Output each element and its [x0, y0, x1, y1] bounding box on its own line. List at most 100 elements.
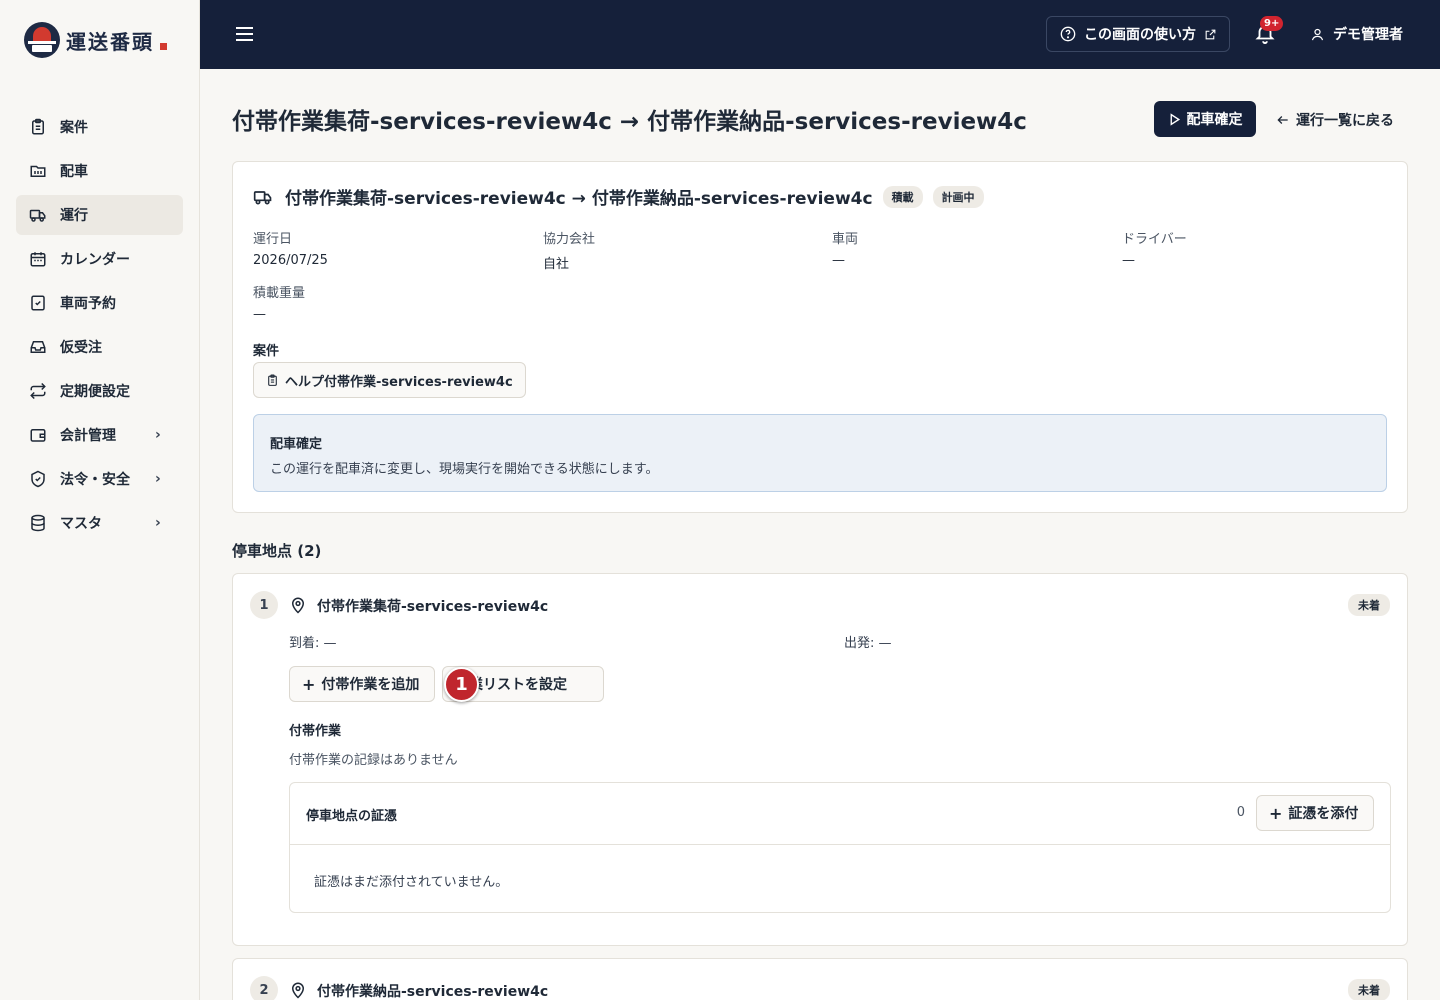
stop-number: 2	[250, 976, 278, 1000]
map-pin-icon	[291, 597, 305, 614]
sidebar-item-label: 運行	[60, 208, 88, 224]
external-link-icon	[1205, 29, 1216, 39]
evidence-title: 停車地点の証憑	[306, 809, 398, 824]
sidebar-item-accounting[interactable]: 会計管理 ›	[16, 415, 183, 455]
chevron-right-icon: ›	[155, 427, 161, 443]
attach-evidence-label: 証憑を添付	[1288, 806, 1359, 822]
user-name: デモ管理者	[1333, 27, 1403, 43]
sidebar-item-calendar[interactable]: カレンダー	[16, 239, 183, 279]
stop-name: 付帯作業納品-services-review4c	[317, 984, 549, 1000]
arrow-left-icon	[1277, 116, 1288, 124]
page-title: 付帯作業集荷-services-review4c → 付帯作業納品-servic…	[232, 109, 1027, 135]
field-vehicle: 車両 —	[832, 228, 858, 268]
field-load-weight: 積載重量 —	[253, 282, 305, 322]
arrival-time: 到着: —	[289, 636, 337, 651]
stop-evidence-panel: 停車地点の証憑 0 + 証憑を添付 証憑はまだ添付されていません。	[289, 782, 1391, 913]
chevron-right-icon: ›	[155, 471, 161, 487]
clipboard-icon	[268, 374, 277, 386]
trip-summary-card: 付帯作業集荷-services-review4c → 付帯作業納品-servic…	[232, 161, 1408, 513]
field-trip-date: 運行日 2026/07/25	[253, 228, 328, 268]
sidebar-item-provisional-orders[interactable]: 仮受注	[16, 327, 183, 367]
field-label: 協力会社	[543, 232, 596, 247]
field-label: 積載重量	[253, 286, 306, 301]
info-description: この運行を配車済に変更し、現場実行を開始できる状態にします。	[270, 462, 659, 477]
departure-time: 出発: —	[844, 636, 892, 651]
wallet-icon	[28, 425, 48, 445]
sidebar-item-compliance[interactable]: 法令・安全 ›	[16, 459, 183, 499]
field-value: 自社	[543, 257, 570, 272]
sidebar-nav: 案件 配車 運行 カレンダー 車両予約 仮受注 定期便設定 会計管理 › 法令・…	[16, 107, 183, 547]
logo-text: 運送番頭	[66, 29, 154, 54]
sidebar: 運送番頭 案件 配車 運行 カレンダー 車両予約 仮受注 定期便設定 会計管理 …	[0, 0, 200, 1000]
sidebar-item-master[interactable]: マスタ ›	[16, 503, 183, 543]
notification-badge: 9+	[1260, 16, 1284, 31]
help-circle-icon	[1060, 26, 1076, 42]
map-pin-icon	[291, 982, 305, 999]
dispatch-confirm-label: 配車確定	[1186, 112, 1243, 128]
calendar-folder-icon	[28, 161, 48, 181]
chevron-right-icon: ›	[155, 515, 161, 531]
help-button[interactable]: この画面の使い方	[1046, 16, 1230, 52]
field-value: —	[253, 307, 266, 322]
status-badge: 計画中	[932, 185, 984, 208]
calendar-check-icon	[28, 293, 48, 313]
sidebar-item-label: 定期便設定	[60, 384, 130, 400]
case-link[interactable]: ヘルプ付帯作業-services-review4c	[253, 362, 526, 398]
status-badge: 未着	[1348, 979, 1390, 1000]
stop-card: 2 付帯作業納品-services-review4c 未着	[232, 958, 1408, 1000]
stop-number: 1	[250, 591, 278, 619]
sidebar-item-label: 法令・安全	[60, 472, 130, 488]
top-bar: この画面の使い方 9+ デモ管理者	[200, 0, 1440, 69]
sidebar-item-cases[interactable]: 案件	[16, 107, 183, 147]
user-menu[interactable]: デモ管理者	[1310, 24, 1403, 44]
evidence-count: 0	[1236, 805, 1245, 820]
stop-card: 1 付帯作業集荷-services-review4c 未着 到着: — 出発: …	[232, 573, 1408, 946]
logo-seal-icon	[160, 42, 167, 50]
ancillary-work-label: 付帯作業	[289, 724, 342, 739]
stop-name: 付帯作業集荷-services-review4c	[317, 599, 549, 615]
field-partner: 協力会社 自社	[543, 228, 595, 272]
sidebar-item-label: カレンダー	[60, 252, 130, 268]
attach-evidence-button[interactable]: + 証憑を添付	[1256, 795, 1374, 831]
clipboard-icon	[28, 117, 48, 137]
ancillary-work-empty: 付帯作業の記録はありません	[289, 753, 458, 768]
sidebar-item-dispatch[interactable]: 配車	[16, 151, 183, 191]
stops-heading: 停車地点 (2)	[232, 542, 322, 560]
play-icon	[1170, 112, 1180, 126]
annotation-marker: 1	[444, 667, 479, 702]
sidebar-item-label: マスタ	[60, 516, 102, 532]
sidebar-item-trips[interactable]: 運行	[16, 195, 183, 235]
field-label: 車両	[832, 232, 859, 247]
sidebar-item-label: 案件	[60, 120, 88, 136]
case-link-label: ヘルプ付帯作業-services-review4c	[285, 374, 513, 390]
dispatch-confirm-info: 配車確定 この運行を配車済に変更し、現場実行を開始できる状態にします。	[253, 414, 1387, 492]
back-to-trips-link[interactable]: 運行一覧に戻る	[1276, 110, 1394, 130]
sidebar-item-recurring[interactable]: 定期便設定	[16, 371, 183, 411]
repeat-icon	[28, 381, 48, 401]
field-value: —	[832, 253, 845, 268]
evidence-empty: 証憑はまだ添付されていません。	[314, 875, 509, 890]
app-logo[interactable]: 運送番頭	[24, 22, 167, 58]
logo-mark-icon	[24, 22, 60, 58]
dispatch-confirm-button[interactable]: 配車確定	[1154, 101, 1256, 137]
status-badge: 未着	[1348, 594, 1390, 616]
menu-toggle-icon[interactable]	[236, 24, 256, 44]
truck-icon	[28, 205, 48, 225]
truck-icon	[253, 190, 272, 204]
sidebar-item-vehicle-booking[interactable]: 車両予約	[16, 283, 183, 323]
help-label: この画面の使い方	[1084, 27, 1196, 43]
database-icon	[28, 513, 48, 533]
case-label: 案件	[253, 344, 280, 359]
info-title: 配車確定	[270, 437, 323, 452]
field-driver: ドライバー —	[1122, 228, 1187, 268]
trip-title: 付帯作業集荷-services-review4c → 付帯作業納品-servic…	[285, 189, 873, 209]
field-label: ドライバー	[1122, 232, 1187, 247]
add-ancillary-work-button[interactable]: + 付帯作業を追加	[289, 666, 435, 702]
sidebar-item-label: 会計管理	[60, 428, 116, 444]
sidebar-item-label: 仮受注	[60, 340, 102, 356]
inbox-icon	[28, 337, 48, 357]
field-value: 2026/07/25	[253, 253, 328, 268]
user-icon	[1311, 28, 1324, 40]
add-work-label: 付帯作業を追加	[321, 677, 420, 693]
plus-icon: +	[302, 674, 316, 694]
